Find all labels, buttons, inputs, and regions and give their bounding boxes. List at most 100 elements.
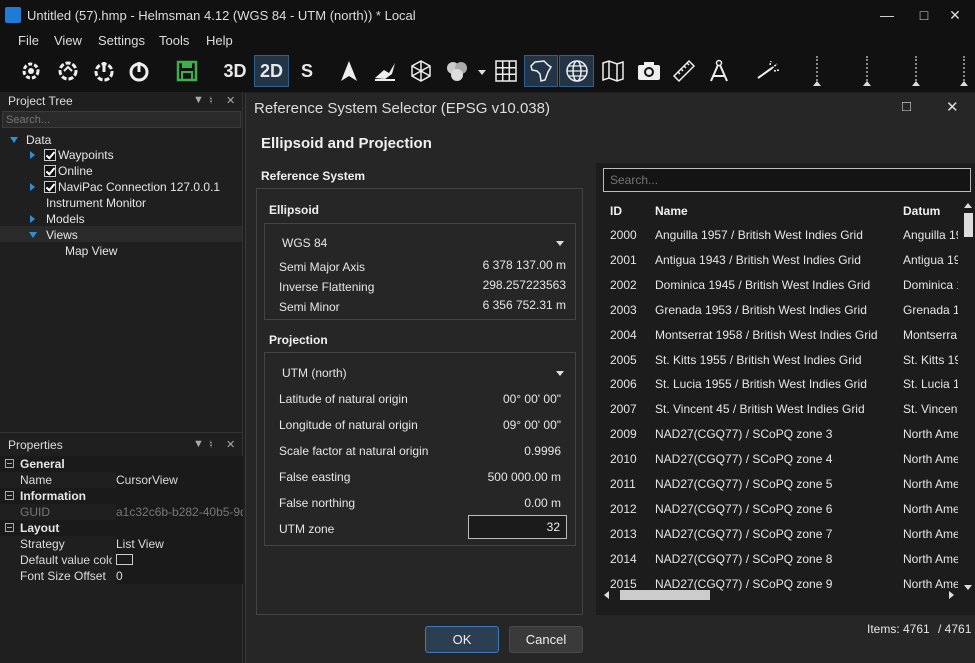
menu-tools[interactable]: Tools bbox=[159, 33, 189, 48]
tree-item-waypoints[interactable]: Waypoints bbox=[58, 147, 114, 163]
close-icon[interactable]: ✕ bbox=[226, 94, 235, 107]
ruler-icon[interactable] bbox=[668, 55, 700, 87]
panel-menu-icon[interactable]: ▼ bbox=[193, 94, 204, 106]
checkbox-online[interactable] bbox=[44, 165, 56, 177]
table-row[interactable]: 2011 NAD27(CGQ77) / SCoPQ zone 5 North Ame bbox=[596, 472, 958, 497]
tree-item-map-view[interactable]: Map View bbox=[65, 243, 117, 259]
maximize-button[interactable]: □ bbox=[910, 4, 938, 26]
table-row[interactable]: 2006 St. Lucia 1955 / British West Indies… bbox=[596, 372, 958, 397]
table-row[interactable]: 2012 NAD27(CGQ77) / SCoPQ zone 6 North Ame bbox=[596, 497, 958, 522]
scroll-left-icon[interactable] bbox=[604, 591, 609, 599]
grab-icon[interactable] bbox=[369, 55, 401, 87]
s-button[interactable]: S bbox=[291, 55, 323, 87]
property-row-strategy[interactable]: Strategy List View bbox=[0, 536, 243, 552]
property-row-name[interactable]: Name CursorView bbox=[0, 472, 243, 488]
expand-icon[interactable] bbox=[29, 232, 37, 238]
view-3d-button[interactable]: 3D bbox=[219, 55, 251, 87]
pin-icon[interactable]: ♮ bbox=[209, 438, 213, 451]
power-gear-icon[interactable] bbox=[88, 55, 120, 87]
table-row[interactable]: 2005 St. Kitts 1955 / British West Indies… bbox=[596, 348, 958, 373]
property-row-font-size-offset[interactable]: Font Size Offset 0 bbox=[0, 568, 243, 584]
collapse-icon[interactable] bbox=[5, 491, 14, 500]
globe-icon[interactable] bbox=[559, 55, 594, 87]
tree-item-data[interactable]: Data bbox=[26, 132, 51, 148]
tree-item-online[interactable]: Online bbox=[58, 163, 93, 179]
table-row[interactable]: 2013 NAD27(CGQ77) / SCoPQ zone 7 North Ame bbox=[596, 522, 958, 547]
menu-help[interactable]: Help bbox=[206, 33, 233, 48]
panel-menu-icon[interactable]: ▼ bbox=[193, 438, 204, 450]
checkbox-waypoints[interactable] bbox=[44, 149, 56, 161]
expand-icon[interactable] bbox=[30, 215, 35, 223]
project-tree-search-input[interactable] bbox=[2, 111, 241, 128]
view-2d-button[interactable]: 2D bbox=[254, 55, 289, 87]
property-value[interactable]: 0 bbox=[116, 568, 243, 584]
expand-icon[interactable] bbox=[10, 137, 18, 143]
property-row-default-value-colour[interactable]: Default value colour bbox=[0, 552, 243, 569]
map-icon[interactable] bbox=[597, 55, 629, 87]
list-search-input[interactable] bbox=[603, 168, 971, 192]
property-group-general[interactable]: General bbox=[0, 456, 243, 472]
projection-dropdown[interactable]: UTM (north) bbox=[282, 366, 347, 380]
chevron-down-icon[interactable] bbox=[478, 70, 486, 75]
scroll-thumb[interactable] bbox=[620, 590, 710, 600]
power-gear-alt-icon[interactable] bbox=[123, 55, 155, 87]
table-row[interactable]: 2007 St. Vincent 45 / British West Indies… bbox=[596, 397, 958, 422]
table-row[interactable]: 2010 NAD27(CGQ77) / SCoPQ zone 4 North Ame bbox=[596, 447, 958, 472]
table-row[interactable]: 2004 Montserrat 1958 / British West Indie… bbox=[596, 323, 957, 348]
north-arrow-icon[interactable] bbox=[333, 55, 365, 87]
africa-map-icon[interactable] bbox=[524, 55, 558, 87]
menu-view[interactable]: View bbox=[54, 33, 82, 48]
table-row[interactable]: 2000 Anguilla 1957 / British West Indies … bbox=[596, 223, 958, 248]
column-header-datum[interactable]: Datum bbox=[903, 204, 940, 218]
property-value[interactable]: List View bbox=[116, 536, 243, 552]
gear-icon[interactable] bbox=[15, 55, 47, 87]
chevron-down-icon[interactable] bbox=[556, 371, 564, 376]
save-icon[interactable] bbox=[171, 55, 203, 87]
spheres-icon[interactable] bbox=[441, 55, 473, 87]
table-row[interactable]: 2003 Grenada 1953 / British West Indies G… bbox=[596, 298, 958, 323]
cube-wireframe-icon[interactable] bbox=[405, 55, 437, 87]
close-button[interactable]: ✕ bbox=[941, 4, 969, 26]
property-group-information[interactable]: Information bbox=[0, 488, 243, 504]
scroll-down-icon[interactable] bbox=[964, 585, 972, 590]
utm-zone-input[interactable]: 32 bbox=[468, 515, 567, 539]
property-row-guid[interactable]: GUID a1c32c6b-b282-40b5-9d9e bbox=[0, 504, 243, 520]
camera-icon[interactable] bbox=[633, 55, 665, 87]
close-icon[interactable]: ✕ bbox=[226, 438, 235, 451]
pin-icon[interactable]: ♮ bbox=[209, 94, 213, 107]
minimize-button[interactable]: — bbox=[873, 4, 901, 26]
expand-icon[interactable] bbox=[30, 183, 35, 191]
grid-icon[interactable] bbox=[490, 55, 522, 87]
property-value[interactable] bbox=[116, 552, 243, 569]
horizontal-scrollbar[interactable] bbox=[604, 588, 956, 600]
ok-button[interactable]: OK bbox=[425, 626, 499, 653]
table-row[interactable]: 2014 NAD27(CGQ77) / SCoPQ zone 8 North Ame bbox=[596, 547, 958, 572]
compass-icon[interactable] bbox=[703, 55, 735, 87]
collapse-icon[interactable] bbox=[5, 523, 14, 532]
column-header-name[interactable]: Name bbox=[655, 204, 688, 218]
color-swatch[interactable] bbox=[116, 554, 133, 565]
chevron-down-icon[interactable] bbox=[556, 241, 564, 246]
table-row[interactable]: 2002 Dominica 1945 / British West Indies … bbox=[596, 273, 958, 298]
toolbar-slider-3[interactable] bbox=[909, 56, 923, 86]
gear-refresh-icon[interactable] bbox=[52, 55, 84, 87]
cancel-button[interactable]: Cancel bbox=[509, 626, 583, 653]
toolbar-slider-2[interactable] bbox=[860, 56, 874, 86]
property-group-layout[interactable]: Layout bbox=[0, 520, 243, 536]
laser-icon[interactable] bbox=[752, 55, 784, 87]
property-value[interactable]: CursorView bbox=[116, 472, 243, 488]
menu-settings[interactable]: Settings bbox=[98, 33, 145, 48]
table-row[interactable]: 2001 Antigua 1943 / British West Indies G… bbox=[596, 248, 958, 273]
vertical-scrollbar[interactable] bbox=[962, 199, 974, 591]
tree-item-navipac[interactable]: NaviPac Connection 127.0.0.1 bbox=[58, 179, 220, 195]
ellipsoid-dropdown[interactable]: WGS 84 bbox=[282, 236, 327, 250]
scroll-thumb[interactable] bbox=[964, 213, 973, 237]
menu-file[interactable]: File bbox=[18, 33, 39, 48]
close-button[interactable]: ✕ bbox=[946, 98, 959, 116]
tree-item-views[interactable]: Views bbox=[46, 227, 78, 243]
scroll-up-icon[interactable] bbox=[964, 203, 972, 208]
scroll-right-icon[interactable] bbox=[949, 591, 954, 599]
toolbar-slider-1[interactable] bbox=[810, 56, 824, 86]
tree-item-instrument-monitor[interactable]: Instrument Monitor bbox=[46, 195, 146, 211]
expand-icon[interactable] bbox=[30, 151, 35, 159]
